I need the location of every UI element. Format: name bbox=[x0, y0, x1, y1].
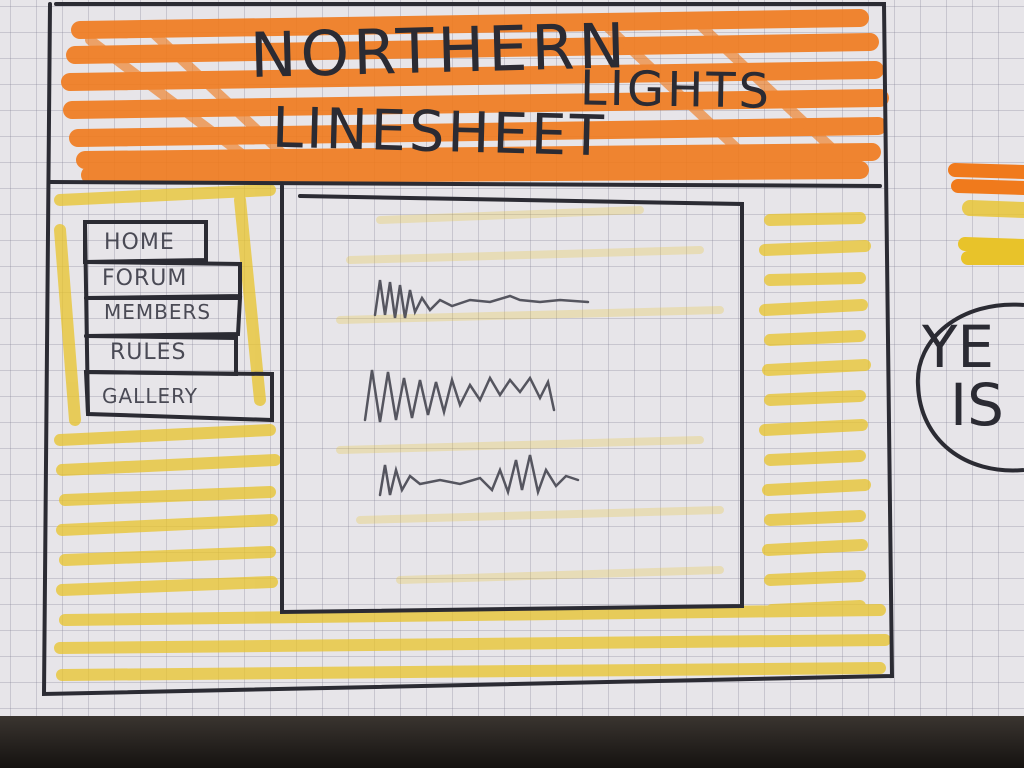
nav-item-members[interactable]: MEMBERS bbox=[104, 300, 211, 324]
nav-item-home[interactable]: HOME bbox=[104, 230, 175, 255]
site-title-line1: NORTHERN bbox=[249, 9, 630, 92]
side-note-line1: YE bbox=[922, 313, 995, 381]
side-note-line2: IS bbox=[950, 371, 1004, 439]
nav-item-gallery[interactable]: GALLERY bbox=[102, 384, 198, 408]
nav-item-rules[interactable]: RULES bbox=[110, 340, 187, 365]
desk-background bbox=[0, 716, 1024, 768]
side-note-text: YE IS bbox=[922, 318, 1004, 434]
color-swatches bbox=[948, 163, 1024, 265]
nav-item-forum[interactable]: FORUM bbox=[102, 266, 187, 291]
site-title-line3: LINESHEET bbox=[271, 95, 608, 170]
site-title-line2: LIGHTS bbox=[579, 60, 773, 120]
